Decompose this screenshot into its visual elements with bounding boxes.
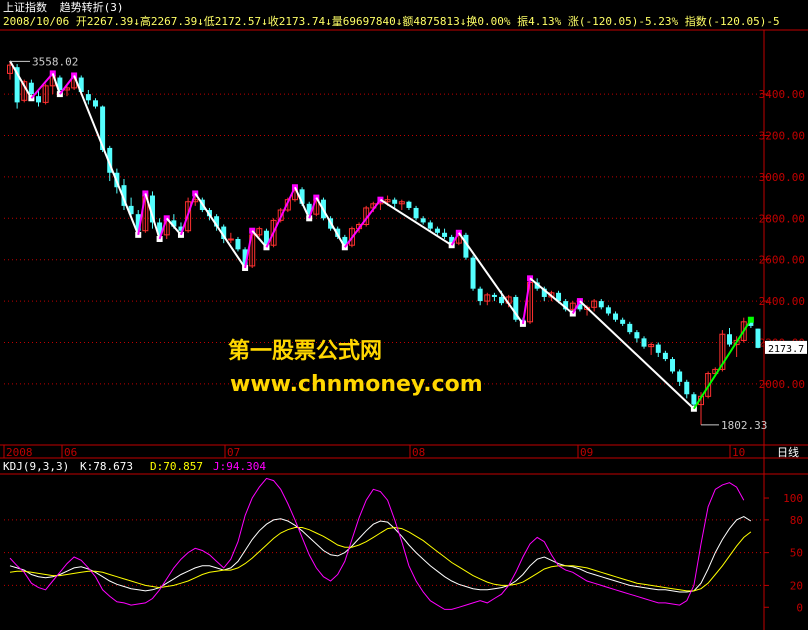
kdj-tick-label: 20 — [790, 579, 803, 592]
trend-segment — [344, 199, 382, 248]
candle-body — [598, 301, 604, 308]
candle-body — [491, 294, 497, 297]
kdj-k-value: K:78.673 — [80, 460, 133, 473]
kdj-k-line — [9, 516, 752, 593]
candle-body — [392, 199, 398, 204]
x-tick-label: 日线 — [777, 445, 799, 459]
candle-body — [470, 257, 476, 289]
kdj-tick-label: 80 — [790, 514, 803, 527]
candle-body — [85, 94, 91, 101]
candle-body — [627, 323, 633, 333]
trend-segment — [30, 72, 54, 99]
trend-segment — [457, 232, 524, 325]
price-tick-label: 2400.00 — [759, 295, 805, 308]
x-tick-label: 10 — [732, 446, 745, 459]
chart-canvas: 2000.002200.002400.002600.002800.003000.… — [0, 29, 808, 630]
trend-segment — [315, 197, 346, 248]
main-price-panel: 2000.002200.002400.002600.002800.003000.… — [0, 29, 808, 630]
candle-body — [92, 100, 98, 107]
price-tick-label: 2000.00 — [759, 378, 805, 391]
candle-body — [727, 334, 732, 345]
price-tick-label: 3200.00 — [759, 130, 805, 143]
x-tick-label: 09 — [580, 446, 593, 459]
price-tick-label: 2600.00 — [759, 254, 805, 267]
x-tick-label: 07 — [227, 446, 240, 459]
kdj-d-value: D:70.857 — [150, 460, 203, 473]
candle-body — [227, 238, 234, 241]
trend-segment — [265, 186, 296, 248]
candle-body — [677, 371, 683, 382]
watermark-site-name: 第一股票公式网 — [228, 339, 383, 364]
candle-body — [442, 232, 448, 237]
candle-body — [670, 359, 676, 372]
candle-body — [36, 96, 41, 103]
candle-body — [406, 201, 412, 208]
candle-body — [691, 394, 697, 405]
candle-body — [413, 207, 419, 219]
low-annotation: 1802.33 — [721, 419, 767, 432]
trend-segment — [9, 60, 33, 99]
x-tick-label: 2008 — [6, 446, 33, 459]
price-tick-label: 3000.00 — [759, 171, 805, 184]
candle-body — [28, 82, 34, 95]
kdj-j-value: J:94.304 — [213, 460, 266, 473]
last-price-label: 2173.7 — [768, 344, 804, 355]
candle-body — [634, 332, 640, 339]
candle-body — [434, 228, 440, 233]
candle-body — [235, 239, 241, 250]
trend-segment — [73, 75, 140, 236]
candle-body — [499, 296, 505, 304]
candle-body — [662, 352, 668, 360]
candle-body — [620, 319, 626, 324]
trend-segment — [194, 192, 246, 269]
candle-body — [427, 222, 433, 229]
watermark-url: www.chnmoney.com — [230, 372, 483, 397]
x-tick-label: 06 — [64, 446, 77, 459]
trend-segment — [579, 300, 695, 410]
candle-body — [477, 288, 483, 302]
trend-segment — [529, 277, 574, 315]
candle-body — [605, 307, 611, 314]
kdj-panel: KDJ(9,3,3) K:78.673 D:70.857 J:94.304 0 20 50 8… — [0, 460, 808, 614]
kdj-tick-label: 50 — [790, 547, 803, 560]
kdj-tick-label: 100 — [783, 492, 803, 505]
trend-turn-marker — [747, 316, 754, 323]
high-annotation: 3558.02 — [32, 55, 78, 68]
candle-body — [655, 344, 661, 353]
kdj-d-line — [9, 526, 752, 592]
candle-body — [420, 218, 426, 223]
price-tick-label: 3400.00 — [759, 88, 805, 101]
price-tick-label: 2800.00 — [759, 212, 805, 225]
kdj-tick-label: 0 — [796, 601, 803, 614]
kdj-j-line — [9, 477, 745, 610]
candle-body — [641, 338, 647, 347]
kdj-title: KDJ(9,3,3) — [3, 460, 69, 473]
x-tick-label: 08 — [412, 446, 425, 459]
candle-body — [684, 381, 690, 395]
candle-body — [613, 313, 619, 320]
candle-body — [755, 328, 761, 348]
